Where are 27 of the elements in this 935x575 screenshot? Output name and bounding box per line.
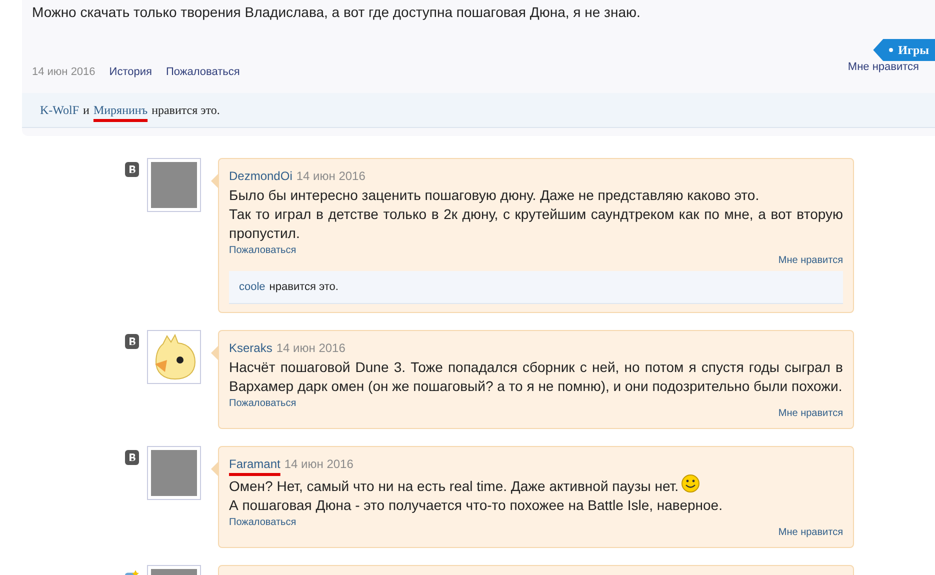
comment-date: 14 июн 2016: [276, 341, 346, 355]
user-badge-icon: [125, 334, 139, 349]
report-link[interactable]: Пожаловаться: [229, 245, 296, 256]
post-link[interactable]: История: [109, 65, 152, 79]
user-link[interactable]: coole: [239, 279, 266, 295]
joiner-text: и: [83, 102, 90, 119]
post-text: Можно скачать только творения Владислава, а вот где доступна пошаговая Дюна, я не знаю.: [32, 3, 642, 21]
comment-date: 14 июн 2016: [284, 457, 354, 471]
report-link[interactable]: Пожаловаться: [229, 398, 296, 409]
post-link[interactable]: Пожаловаться: [166, 65, 240, 79]
smiley-icon: [680, 474, 700, 493]
like-link[interactable]: Мне нравится: [778, 408, 843, 420]
user-link[interactable]: K-WolF: [40, 101, 80, 119]
tag-link[interactable]: Игры: [873, 39, 935, 61]
user-badge-icon: [125, 450, 139, 465]
like-button[interactable]: Мне нравится: [848, 60, 919, 74]
likes-text: нравится это.: [152, 102, 220, 119]
user-badge-icon: [125, 162, 139, 177]
like-link[interactable]: Мне нравится: [778, 527, 843, 539]
comment-text: А пошаговая Дюна - это получается что-то похожее на Battle Isle, наверное.: [229, 496, 724, 515]
likes-text: нравится это.: [269, 280, 338, 295]
comment-date: 14 июн 2016: [296, 169, 366, 183]
user-link[interactable]: Мирянинъ: [93, 101, 148, 119]
post-date: 14 июн 2016: [32, 65, 96, 79]
report-link[interactable]: Пожаловаться: [229, 517, 296, 528]
comment-text: Так то играл в детстве только в 2к дюну, с крутейшим саундтреком как по мне, а вот вторую пропустил.: [229, 205, 843, 243]
like-link[interactable]: Мне нравится: [778, 255, 843, 267]
